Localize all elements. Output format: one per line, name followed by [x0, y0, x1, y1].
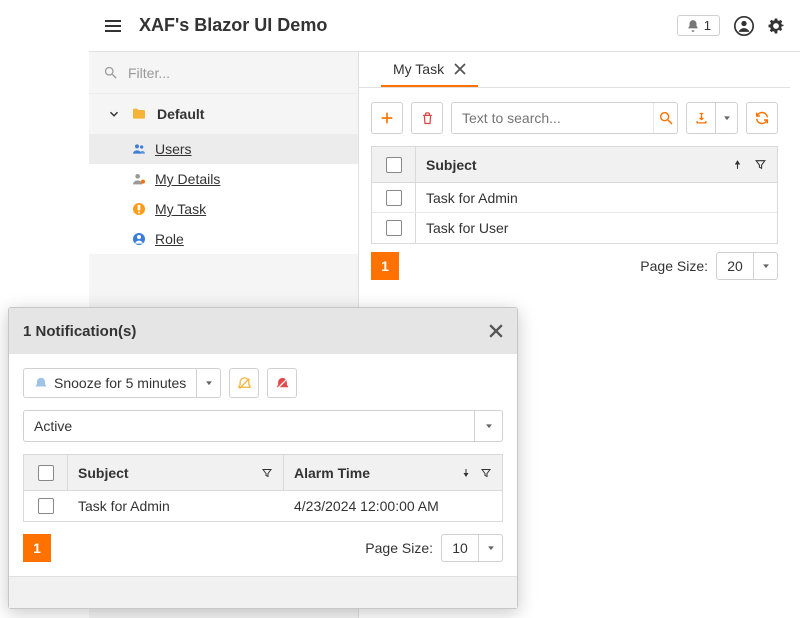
col-header-subject[interactable]: Subject — [416, 147, 721, 182]
filter-icon[interactable] — [754, 158, 767, 171]
sort-desc-icon[interactable] — [460, 467, 472, 479]
row-checkbox[interactable] — [386, 220, 402, 236]
filter-icon[interactable] — [480, 467, 492, 479]
gear-icon[interactable] — [766, 16, 786, 36]
tab-my-task[interactable]: My Task — [381, 53, 478, 87]
cell-subject: Task for User — [416, 213, 777, 243]
dialog-footer — [9, 576, 517, 608]
tab-label: My Task — [393, 61, 444, 77]
notification-grid: Subject Alarm Time Task for Admin 4/23/2… — [23, 454, 503, 522]
tabs-row: My Task — [359, 52, 790, 88]
notification-count: 1 — [704, 18, 711, 33]
chevron-down-icon — [107, 107, 121, 121]
close-icon[interactable] — [454, 63, 466, 75]
page-size-value: 20 — [717, 253, 753, 279]
cell-subject: Task for Admin — [416, 183, 777, 212]
sidebar-item-users[interactable]: Users — [89, 134, 358, 164]
row-checkbox[interactable] — [38, 498, 54, 514]
search-input[interactable] — [452, 103, 653, 133]
page-current[interactable]: 1 — [23, 534, 51, 562]
toolbar — [359, 88, 790, 146]
dgrid-header: Subject Alarm Time — [24, 455, 502, 491]
filter-value: Active — [24, 411, 474, 441]
export-button-group — [686, 102, 738, 134]
filter-icon[interactable] — [261, 467, 273, 479]
cell-subject: Task for Admin — [68, 498, 284, 514]
col-header-alarm[interactable]: Alarm Time — [284, 455, 502, 490]
col-header-subject[interactable]: Subject — [68, 455, 284, 490]
caret-down-icon[interactable] — [753, 253, 777, 279]
grid-row[interactable]: Task for Admin — [372, 183, 777, 213]
sidebar-item-my-details[interactable]: My Details — [89, 164, 358, 194]
pager: 1 Page Size: 20 — [359, 244, 790, 280]
task-grid: Subject Task for Admin Task for User — [371, 146, 778, 244]
export-button[interactable] — [686, 102, 716, 134]
role-icon — [131, 231, 147, 247]
top-bar: XAF's Blazor UI Demo 1 — [89, 0, 800, 52]
person-icon — [131, 171, 147, 187]
caret-down-icon[interactable] — [196, 369, 220, 397]
search-wrap — [451, 102, 678, 134]
page-size-select[interactable]: 10 — [441, 534, 503, 562]
page-current[interactable]: 1 — [371, 252, 399, 280]
notifications-dialog: 1 Notification(s) Snooze for 5 minutes A… — [8, 307, 518, 609]
grid-row[interactable]: Task for User — [372, 213, 777, 243]
sidebar-item-label: My Details — [155, 171, 220, 187]
select-all-checkbox[interactable] — [38, 465, 54, 481]
page-size-label: Page Size: — [365, 540, 433, 556]
hamburger-icon[interactable] — [103, 16, 123, 36]
snooze-icon — [34, 376, 48, 390]
nav-filter-input[interactable]: Filter... — [89, 52, 358, 94]
delete-button[interactable] — [411, 102, 443, 134]
export-dropdown[interactable] — [716, 102, 738, 134]
dialog-header: 1 Notification(s) — [9, 308, 517, 354]
nav-group-default[interactable]: Default — [89, 94, 358, 134]
notification-button[interactable]: 1 — [677, 15, 720, 36]
sidebar-item-label: My Task — [155, 201, 206, 217]
sidebar-item-role[interactable]: Role — [89, 224, 358, 254]
caret-down-icon[interactable] — [478, 535, 502, 561]
cell-alarm: 4/23/2024 12:00:00 AM — [284, 498, 502, 514]
users-icon — [131, 141, 147, 157]
refresh-button[interactable] — [746, 102, 778, 134]
search-button[interactable] — [653, 103, 677, 133]
snooze-label: Snooze for 5 minutes — [54, 375, 186, 391]
dialog-title: 1 Notification(s) — [23, 323, 136, 340]
bell-icon — [686, 19, 700, 33]
filter-select[interactable]: Active — [23, 410, 503, 442]
dgrid-row[interactable]: Task for Admin 4/23/2024 12:00:00 AM — [24, 491, 502, 521]
app-title: XAF's Blazor UI Demo — [139, 15, 327, 36]
sort-asc-icon[interactable] — [731, 158, 744, 171]
snooze-button[interactable]: Snooze for 5 minutes — [23, 368, 221, 398]
sidebar-item-label: Users — [155, 141, 192, 157]
folder-icon — [131, 106, 147, 122]
task-icon — [131, 201, 147, 217]
search-icon — [103, 65, 118, 80]
dismiss-button[interactable] — [229, 368, 259, 398]
page-size-select[interactable]: 20 — [716, 252, 778, 280]
dialog-pager: 1 Page Size: 10 — [23, 534, 503, 562]
caret-down-icon[interactable] — [474, 411, 502, 441]
row-checkbox[interactable] — [386, 190, 402, 206]
sidebar-item-label: Role — [155, 231, 184, 247]
sidebar-item-my-task[interactable]: My Task — [89, 194, 358, 224]
close-icon[interactable] — [489, 324, 503, 338]
select-all-checkbox[interactable] — [386, 157, 402, 173]
dismiss-all-button[interactable] — [267, 368, 297, 398]
nav-group-label: Default — [157, 106, 204, 122]
page-size-label: Page Size: — [640, 258, 708, 274]
new-button[interactable] — [371, 102, 403, 134]
nav-filter-placeholder: Filter... — [128, 65, 170, 81]
page-size-value: 10 — [442, 535, 478, 561]
grid-header: Subject — [372, 147, 777, 183]
user-icon[interactable] — [734, 16, 754, 36]
